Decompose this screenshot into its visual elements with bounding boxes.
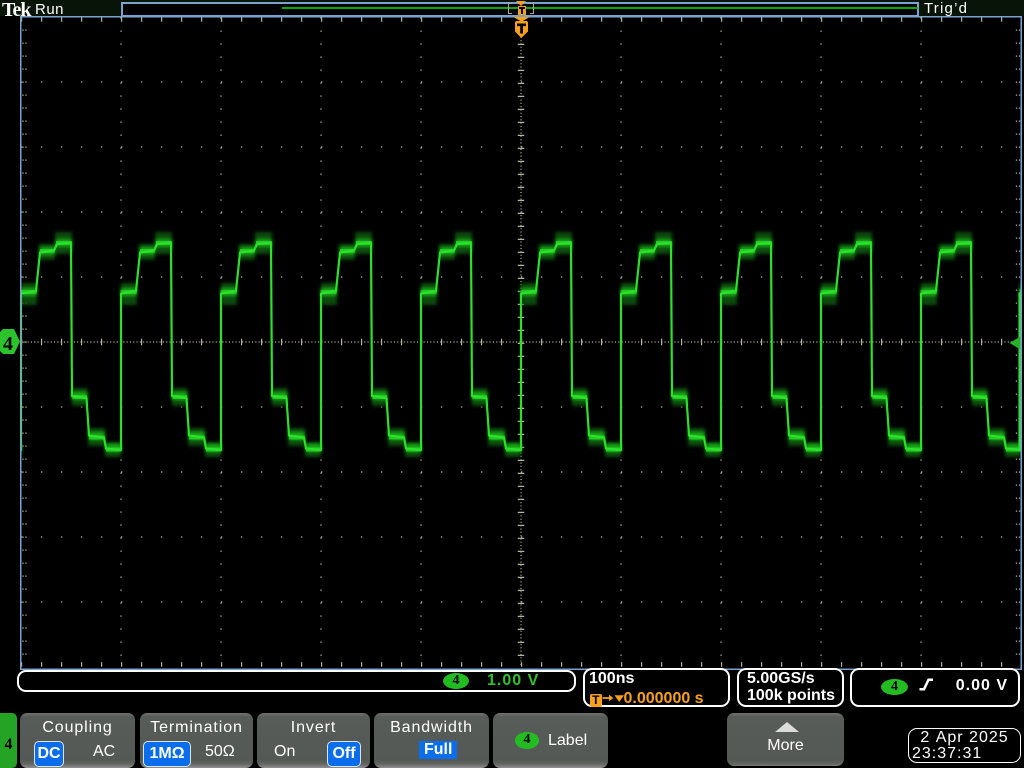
svg-text:4: 4 (3, 333, 13, 355)
